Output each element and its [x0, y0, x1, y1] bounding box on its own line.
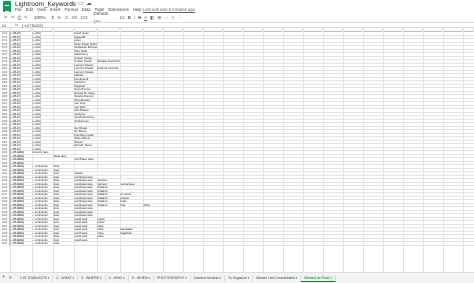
formula-input[interactable]: [~LKTRAGE]	[22, 24, 43, 28]
print-icon[interactable]: ⎙	[18, 14, 22, 22]
table-cell[interactable]	[120, 242, 143, 246]
increase-decimal-button[interactable]: .00	[71, 14, 77, 22]
toolbar: ↶ ↷ ⎙ ✎ 100% $ % .0 .00 123 Default (Ari…	[0, 11, 474, 24]
chevron-down-icon[interactable]: ▾	[100, 276, 102, 280]
table-cell[interactable]: ~ continents	[32, 242, 53, 246]
move-folder-icon[interactable]: ▭	[78, 0, 84, 7]
spreadsheet-grid[interactable]: 2371 [~WHO] {~who} knuth spain 2372 [~WHO] {~w…	[0, 28, 474, 272]
sheet-tab[interactable]: 2 - WHAT▾	[53, 275, 78, 282]
sheet-tab[interactable]: 1 AT STABLE270▾	[17, 275, 54, 282]
chevron-down-icon[interactable]: ▾	[123, 276, 125, 280]
sheet-tab-label: Master List Consolidated	[256, 276, 295, 280]
sheet-tab-label: 1 AT STABLE270	[20, 276, 47, 280]
decrease-decimal-button[interactable]: .0	[64, 14, 68, 22]
sheet-tab[interactable]: 4 - WHO▾	[106, 275, 129, 282]
sheet-tab[interactable]: MasterList Final▾	[301, 275, 336, 282]
sheet-tab-label: MasterList Final	[304, 276, 330, 280]
paint-format-icon[interactable]: ✎	[24, 14, 28, 22]
menu-help[interactable]: Help	[133, 7, 142, 13]
sheets-logo-icon[interactable]	[3, 1, 11, 12]
row-number[interactable]: 2431	[0, 242, 10, 246]
text-color-icon[interactable]: A	[144, 14, 147, 22]
sheet-tab[interactable]: 5 - WHEN▾	[129, 275, 155, 282]
sheet-tab[interactable]: PHOTOGRAPHY▾	[154, 275, 191, 282]
borders-icon[interactable]: ⊞	[157, 14, 161, 22]
menu-file[interactable]: File	[15, 7, 22, 13]
font-size-select[interactable]: 10	[120, 14, 125, 22]
table-cell[interactable]	[74, 242, 97, 246]
menu-data[interactable]: Data	[82, 7, 91, 13]
sheet-tab-label: 5 - WHEN	[131, 276, 148, 280]
chevron-down-icon[interactable]: ▾	[48, 276, 50, 280]
table-cell[interactable]	[143, 242, 163, 246]
last-edit-link[interactable]: Last edit was 5 minutes ago	[143, 7, 195, 12]
chevron-down-icon[interactable]: ▾	[330, 276, 332, 280]
sheet-tab-label: 2 - WHAT	[56, 276, 72, 280]
name-box[interactable]: A1	[2, 24, 6, 28]
chevron-down-icon[interactable]: ▾	[248, 276, 250, 280]
menu-format[interactable]: Format	[64, 7, 77, 13]
sheet-tab-label: To Organize	[227, 276, 247, 280]
bold-icon[interactable]: B	[128, 14, 131, 22]
table-cell[interactable]: Asia	[53, 242, 74, 246]
redo-icon[interactable]: ↷	[11, 14, 15, 22]
number-format-button[interactable]: 123	[80, 14, 88, 22]
sheet-tab[interactable]: Master List Consolidated▾	[253, 275, 302, 282]
star-icon[interactable]: ☆	[70, 0, 75, 7]
sheet-tab-label: 4 - WHO	[108, 276, 123, 280]
sheet-tab-label: Camera Models	[193, 276, 219, 280]
table-cell[interactable]: [~WHERE]	[10, 242, 32, 246]
chevron-down-icon[interactable]: ▾	[185, 276, 187, 280]
strikethrough-icon[interactable]: S	[138, 14, 141, 22]
sheet-tab-bar: + ≡ 1 AT STABLE270▾ 2 - WHAT▾ 3 - WHERE▾ 4 …	[0, 272, 474, 283]
sheet-tab[interactable]: Camera Models▾	[191, 275, 225, 282]
cloud-status-icon[interactable]: ☁	[86, 0, 92, 7]
menu-insert[interactable]: Insert	[50, 7, 60, 13]
table-cell[interactable]	[97, 242, 120, 246]
align-icon[interactable]: ≡	[172, 14, 175, 22]
add-sheet-icon[interactable]: +	[2, 275, 6, 281]
more-options-icon[interactable]: ⋮	[177, 14, 182, 22]
sheet-tab[interactable]: 3 - WHERE▾	[78, 275, 106, 282]
sheet-tab[interactable]: To Organize▾	[225, 275, 254, 282]
italic-icon[interactable]: I	[134, 14, 135, 22]
chevron-down-icon[interactable]: ▾	[296, 276, 298, 280]
percent-format-button[interactable]: %	[57, 14, 61, 22]
chevron-down-icon[interactable]: ▾	[149, 276, 151, 280]
table-row[interactable]: 2431 [~WHERE] ~ continents Asia	[0, 242, 474, 246]
undo-icon[interactable]: ↶	[4, 14, 8, 22]
sheet-tabs: 1 AT STABLE270▾ 2 - WHAT▾ 3 - WHERE▾ 4 - WH…	[17, 275, 336, 282]
grid-rows: 2371 [~WHO] {~who} knuth spain 2372 [~WHO] {~w…	[0, 32, 474, 246]
fill-color-icon[interactable]: ◧	[150, 14, 154, 22]
sheet-tab-label: PHOTOGRAPHY	[157, 276, 185, 280]
sheet-tab-label: 3 - WHERE	[81, 276, 100, 280]
merge-cells-icon[interactable]: ⇔	[164, 14, 169, 22]
all-sheets-icon[interactable]: ≡	[9, 275, 12, 281]
currency-format-button[interactable]: $	[51, 14, 54, 22]
chevron-down-icon[interactable]: ▾	[219, 276, 221, 280]
chevron-down-icon[interactable]: ▾	[72, 276, 74, 280]
fx-icon: fx	[15, 23, 18, 27]
